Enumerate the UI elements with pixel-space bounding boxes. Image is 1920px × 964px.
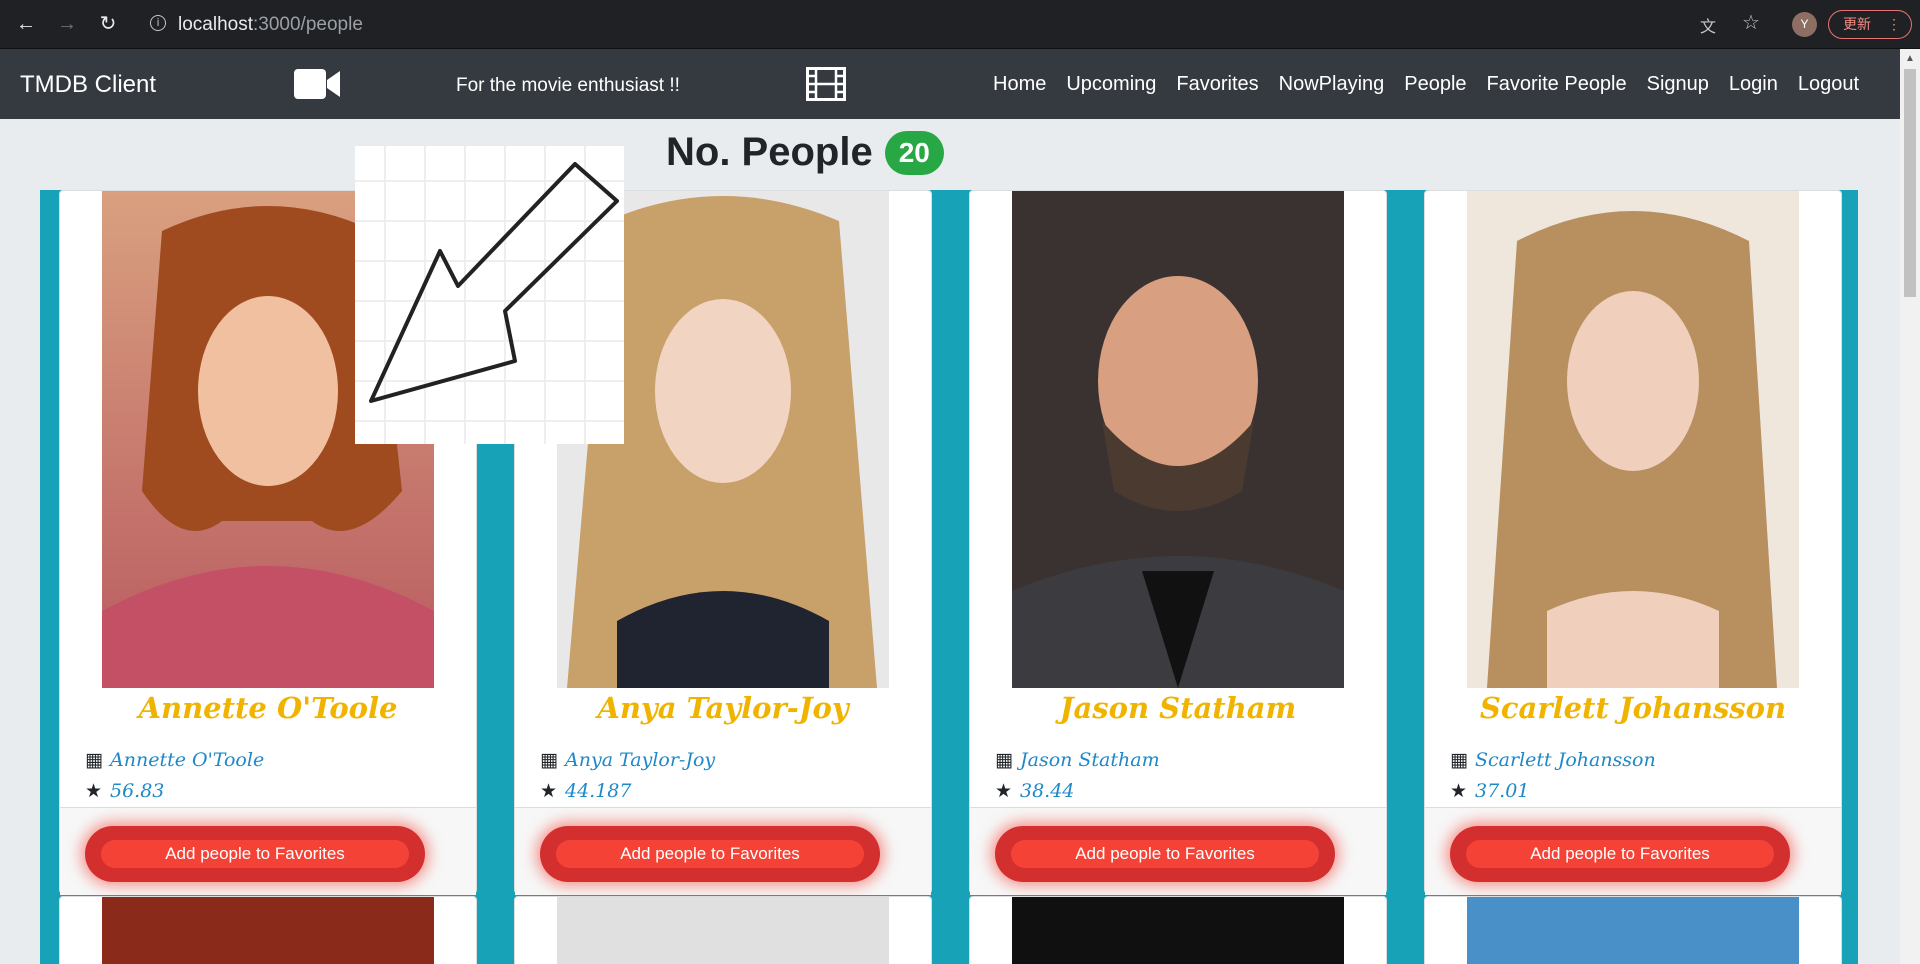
person-card <box>514 896 932 964</box>
arrow-icon <box>369 162 619 403</box>
person-meta: ▦ Scarlett Johansson ★ 37.01 <box>1450 744 1656 806</box>
nav-upcoming[interactable]: Upcoming <box>1066 73 1156 96</box>
person-photo[interactable] <box>1012 897 1344 964</box>
arrow-annotation <box>355 146 624 444</box>
forward-icon[interactable]: → <box>55 12 79 36</box>
page-title-text: No. People <box>666 130 873 174</box>
video-camera-icon <box>294 69 340 99</box>
person-photo[interactable] <box>1467 191 1799 688</box>
card-footer: Add people to Favorites <box>1425 807 1841 895</box>
person-name[interactable]: Annette O'Toole <box>60 691 476 725</box>
tagline: For the movie enthusiast !! <box>456 75 680 96</box>
person-popularity: 44.187 <box>565 779 632 802</box>
menu-dots-icon: ⋮ <box>1887 16 1901 32</box>
card-footer: Add people to Favorites <box>515 807 931 895</box>
person-popularity: 38.44 <box>1020 779 1075 802</box>
star-icon: ★ <box>540 779 558 802</box>
film-icon <box>806 67 846 101</box>
calendar-icon: ▦ <box>1450 748 1468 771</box>
person-popularity: 37.01 <box>1475 779 1530 802</box>
person-card <box>59 896 477 964</box>
person-photo[interactable] <box>557 897 889 964</box>
nav-signup[interactable]: Signup <box>1647 73 1709 96</box>
card-footer: Add people to Favorites <box>60 807 476 895</box>
person-subname[interactable]: Anya Taylor-Joy <box>565 749 715 771</box>
person-subname[interactable]: Jason Statham <box>1020 749 1160 771</box>
person-card: Scarlett Johansson ▦ Scarlett Johansson ★… <box>1424 190 1842 895</box>
url-text[interactable]: localhost:3000/people <box>178 14 363 36</box>
person-card <box>1424 896 1842 964</box>
calendar-icon: ▦ <box>995 748 1013 771</box>
add-to-favorites-button[interactable]: Add people to Favorites <box>85 826 425 882</box>
person-meta: ▦ Anya Taylor-Joy ★ 44.187 <box>540 744 715 806</box>
translate-icon[interactable]: 文 <box>1700 13 1716 37</box>
brand[interactable]: TMDB Client <box>20 71 156 99</box>
add-to-favorites-button[interactable]: Add people to Favorites <box>540 826 880 882</box>
star-icon: ★ <box>85 779 103 802</box>
nav-home[interactable]: Home <box>993 73 1046 96</box>
person-meta: ▦ Annette O'Toole ★ 56.83 <box>85 744 264 806</box>
update-label: 更新 <box>1843 16 1871 32</box>
add-to-favorites-button[interactable]: Add people to Favorites <box>995 826 1335 882</box>
nav-logout[interactable]: Logout <box>1798 73 1859 96</box>
nav-login[interactable]: Login <box>1729 73 1778 96</box>
person-photo[interactable] <box>1012 191 1344 688</box>
person-photo[interactable] <box>1467 897 1799 964</box>
profile-avatar[interactable]: Y <box>1792 12 1817 37</box>
person-photo[interactable] <box>102 897 434 964</box>
browser-toolbar: ← → ↻ i localhost:3000/people 文 ☆ Y 更新 ⋮ <box>0 0 1920 49</box>
bookmark-star-icon[interactable]: ☆ <box>1742 10 1760 35</box>
person-meta: ▦ Jason Statham ★ 38.44 <box>995 744 1160 806</box>
person-popularity: 56.83 <box>110 779 165 802</box>
people-grid: Annette O'Toole ▦ Annette O'Toole ★ 56.83 … <box>40 190 1858 964</box>
app-navbar: TMDB Client For the movie enthusiast !! … <box>0 49 1900 119</box>
address-bar[interactable]: i localhost:3000/people <box>138 6 1728 42</box>
card-footer: Add people to Favorites <box>970 807 1386 895</box>
person-card <box>969 896 1387 964</box>
person-name[interactable]: Jason Statham <box>970 691 1386 725</box>
calendar-icon: ▦ <box>540 748 558 771</box>
url-path: :3000/people <box>253 14 363 35</box>
people-count-badge: 20 <box>884 130 944 175</box>
add-to-favorites-label: Add people to Favorites <box>556 840 864 868</box>
nav-nowplaying[interactable]: NowPlaying <box>1279 73 1385 96</box>
person-name[interactable]: Anya Taylor-Joy <box>515 691 931 725</box>
calendar-icon: ▦ <box>85 748 103 771</box>
person-name[interactable]: Scarlett Johansson <box>1425 691 1841 725</box>
person-subname[interactable]: Annette O'Toole <box>110 749 264 771</box>
scroll-up-icon[interactable]: ▲ <box>1905 53 1915 64</box>
add-to-favorites-label: Add people to Favorites <box>101 840 409 868</box>
url-host: localhost <box>178 14 253 35</box>
nav-favorites[interactable]: Favorites <box>1176 73 1258 96</box>
nav-links: Home Upcoming Favorites NowPlaying Peopl… <box>993 73 1879 96</box>
page-scrollbar[interactable]: ▲ <box>1900 49 1920 964</box>
info-icon[interactable]: i <box>150 15 166 31</box>
back-icon[interactable]: ← <box>14 12 38 36</box>
update-button[interactable]: 更新 ⋮ <box>1828 10 1912 39</box>
star-icon: ★ <box>1450 779 1468 802</box>
person-subname[interactable]: Scarlett Johansson <box>1475 749 1656 771</box>
add-to-favorites-button[interactable]: Add people to Favorites <box>1450 826 1790 882</box>
nav-favorite-people[interactable]: Favorite People <box>1487 73 1627 96</box>
star-icon: ★ <box>995 779 1013 802</box>
add-to-favorites-label: Add people to Favorites <box>1466 840 1774 868</box>
scrollbar-thumb[interactable] <box>1904 69 1916 297</box>
nav-people[interactable]: People <box>1404 73 1466 96</box>
page-title: No. People 20 <box>666 130 944 175</box>
person-card: Jason Statham ▦ Jason Statham ★ 38.44 Add … <box>969 190 1387 895</box>
add-to-favorites-label: Add people to Favorites <box>1011 840 1319 868</box>
reload-icon[interactable]: ↻ <box>96 12 120 36</box>
